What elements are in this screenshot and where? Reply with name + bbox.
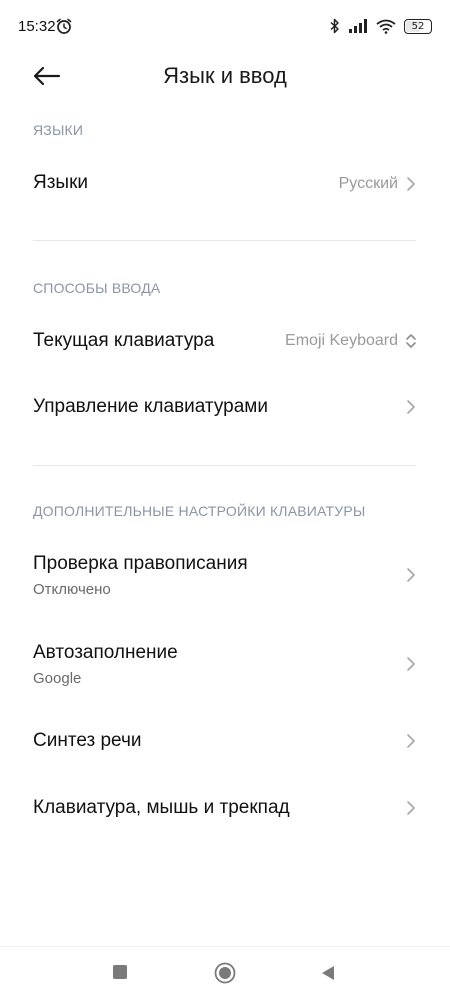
row-value: Emoji Keyboard: [285, 332, 398, 349]
row-title: Управление клавиатурами: [33, 396, 268, 417]
chevron-updown-icon: [405, 332, 417, 350]
row-title: Клавиатура, мышь и трекпад: [33, 797, 290, 818]
section-label-keyboard-settings: ДОПОЛНИТЕЛЬНЫЕ НАСТРОЙКИ КЛАВИАТУРЫ: [33, 503, 366, 519]
languages-row[interactable]: Языки Русский: [0, 160, 450, 208]
keyboard-mouse-trackpad-row[interactable]: Клавиатура, мышь и трекпад: [0, 785, 450, 833]
speech-synthesis-row[interactable]: Синтез речи: [0, 718, 450, 766]
row-value: Русский: [338, 175, 398, 192]
row-title: Текущая клавиатура: [33, 330, 215, 351]
navigation-bar: [0, 946, 450, 1000]
status-time: 15:32: [18, 18, 56, 35]
back-triangle-icon[interactable]: [320, 964, 336, 982]
divider: [33, 465, 416, 466]
row-subtitle: Отключено: [33, 581, 111, 598]
alarm-icon: [55, 17, 73, 35]
row-title: Автозаполнение: [33, 642, 178, 663]
chevron-right-icon: [406, 733, 416, 749]
chevron-right-icon: [406, 176, 416, 192]
section-label-input-methods: СПОСОБЫ ВВОДА: [33, 280, 161, 296]
row-title: Проверка правописания: [33, 553, 248, 574]
current-keyboard-row[interactable]: Текущая клавиатура Emoji Keyboard: [0, 318, 450, 366]
home-icon[interactable]: [214, 962, 236, 984]
wifi-icon: [376, 19, 396, 34]
status-bar: 15:32 52: [0, 0, 450, 52]
spell-check-row[interactable]: Проверка правописания Отключено: [0, 545, 450, 605]
row-title: Языки: [33, 172, 89, 193]
status-icons: 52: [330, 15, 432, 37]
battery-icon: 52: [404, 18, 432, 34]
divider: [33, 240, 416, 241]
chevron-right-icon: [406, 656, 416, 672]
page-title: Язык и ввод: [163, 63, 287, 88]
row-title: Синтез речи: [33, 730, 142, 751]
chevron-right-icon: [406, 800, 416, 816]
recent-apps-icon[interactable]: [113, 965, 127, 979]
row-subtitle: Google: [33, 670, 82, 687]
manage-keyboards-row[interactable]: Управление клавиатурами: [0, 384, 450, 432]
battery-level: 52: [411, 20, 425, 32]
header: Язык и ввод: [0, 52, 450, 100]
chevron-right-icon: [406, 399, 416, 415]
bluetooth-icon: [330, 18, 340, 34]
section-label-languages: ЯЗЫКИ: [33, 122, 84, 138]
autofill-row[interactable]: Автозаполнение Google: [0, 634, 450, 694]
signal-icon: [348, 19, 368, 33]
chevron-right-icon: [406, 567, 416, 583]
